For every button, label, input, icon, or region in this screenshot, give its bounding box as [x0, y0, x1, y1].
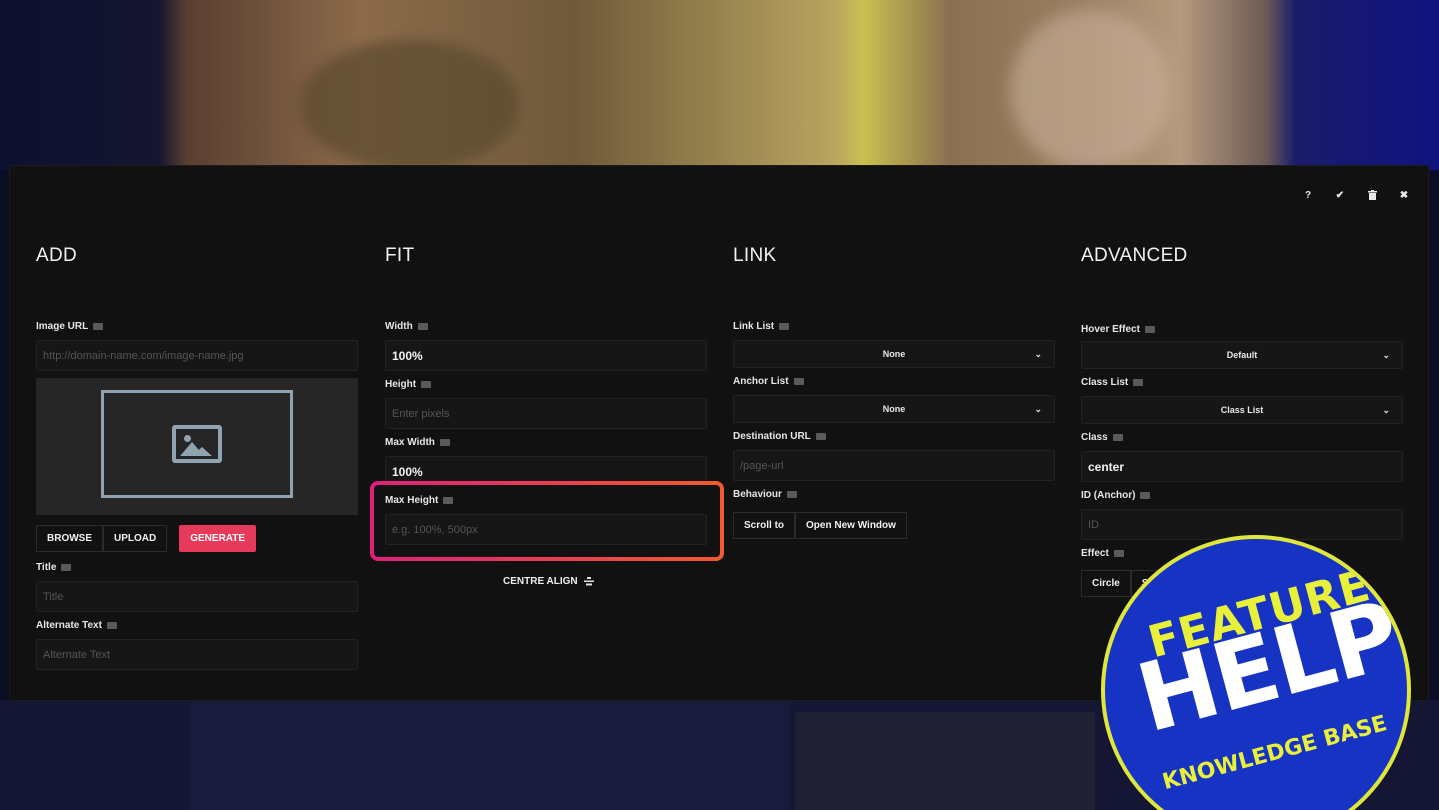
chevron-down-icon: ⌄ [1034, 404, 1042, 414]
align-center-icon [583, 577, 594, 586]
height-input[interactable]: Enter pixels [385, 398, 707, 429]
info-icon[interactable] [439, 439, 450, 446]
max-height-input[interactable]: e.g. 100%, 500px [385, 514, 707, 545]
fit-heading: FIT [385, 245, 415, 266]
width-label: Width [385, 321, 428, 332]
info-icon[interactable] [793, 378, 804, 385]
info-icon[interactable] [1113, 550, 1124, 557]
title-input[interactable]: Title [36, 581, 358, 612]
info-icon[interactable] [1144, 326, 1155, 333]
alternate-text-label: Alternate Text [36, 620, 117, 631]
height-label: Height [385, 379, 432, 390]
image-preview [36, 378, 358, 515]
info-icon[interactable] [443, 497, 454, 504]
info-icon[interactable] [1140, 492, 1151, 499]
effect-circle-button[interactable]: Circle [1081, 570, 1131, 597]
background-text-block [190, 700, 790, 810]
chevron-down-icon: ⌄ [1034, 349, 1042, 359]
advanced-heading: ADVANCED [1081, 245, 1188, 266]
title-label: Title [36, 562, 72, 573]
background-card [795, 712, 1095, 810]
help-icon[interactable]: ? [1302, 188, 1314, 202]
id-anchor-label: ID (Anchor) [1081, 490, 1151, 501]
link-list-select[interactable]: None ⌄ [733, 340, 1055, 368]
browse-button[interactable]: BROWSE [36, 525, 103, 552]
info-icon[interactable] [1112, 434, 1123, 441]
generate-button[interactable]: GENERATE [179, 525, 257, 552]
close-icon[interactable]: ✖ [1398, 188, 1410, 202]
background-photo [0, 0, 1439, 170]
info-icon[interactable] [1133, 379, 1144, 386]
image-source-buttons: BROWSE UPLOAD GENERATE [36, 525, 257, 552]
class-label: Class [1081, 432, 1123, 443]
info-icon[interactable] [815, 433, 826, 440]
alternate-text-input[interactable]: Alternate Text [36, 639, 358, 670]
upload-button[interactable]: UPLOAD [103, 525, 168, 552]
info-icon[interactable] [421, 381, 432, 388]
destination-url-input[interactable]: /page-url [733, 450, 1055, 481]
background-figure [1010, 10, 1170, 170]
class-input[interactable]: center [1081, 451, 1403, 482]
width-input[interactable]: 100% [385, 340, 707, 371]
behaviour-buttons: Scroll to Open New Window [733, 512, 907, 539]
effect-label: Effect [1081, 548, 1124, 559]
info-icon[interactable] [786, 491, 797, 498]
chevron-down-icon: ⌄ [1382, 350, 1390, 360]
check-icon[interactable]: ✔ [1334, 188, 1346, 202]
modal-toolbar: ? ✔ ✖ [1302, 188, 1410, 202]
max-width-label: Max Width [385, 437, 450, 448]
behaviour-label: Behaviour [733, 489, 797, 500]
anchor-list-select[interactable]: None ⌄ [733, 395, 1055, 423]
hover-effect-label: Hover Effect [1081, 324, 1155, 335]
link-list-label: Link List [733, 321, 790, 332]
image-placeholder-icon [172, 425, 222, 463]
class-list-select[interactable]: Class List ⌄ [1081, 396, 1403, 424]
image-url-label: Image URL [36, 321, 104, 332]
chevron-down-icon: ⌄ [1382, 405, 1390, 415]
background-figure [300, 40, 520, 170]
info-icon[interactable] [61, 564, 72, 571]
class-list-label: Class List [1081, 377, 1144, 388]
info-icon[interactable] [779, 323, 790, 330]
destination-url-label: Destination URL [733, 431, 826, 442]
image-url-input[interactable]: http://domain-name.com/image-name.jpg [36, 340, 358, 371]
anchor-list-label: Anchor List [733, 376, 804, 387]
hover-effect-select[interactable]: Default ⌄ [1081, 341, 1403, 369]
scroll-to-button[interactable]: Scroll to [733, 512, 796, 539]
max-height-label: Max Height [385, 495, 454, 506]
info-icon[interactable] [106, 622, 117, 629]
info-icon[interactable] [93, 323, 104, 330]
trash-icon[interactable] [1366, 188, 1378, 202]
centre-align-button[interactable]: CENTRE ALIGN [503, 576, 594, 587]
open-new-window-button[interactable]: Open New Window [795, 512, 907, 539]
link-heading: LINK [733, 245, 777, 266]
add-heading: ADD [36, 245, 78, 266]
info-icon[interactable] [417, 323, 428, 330]
